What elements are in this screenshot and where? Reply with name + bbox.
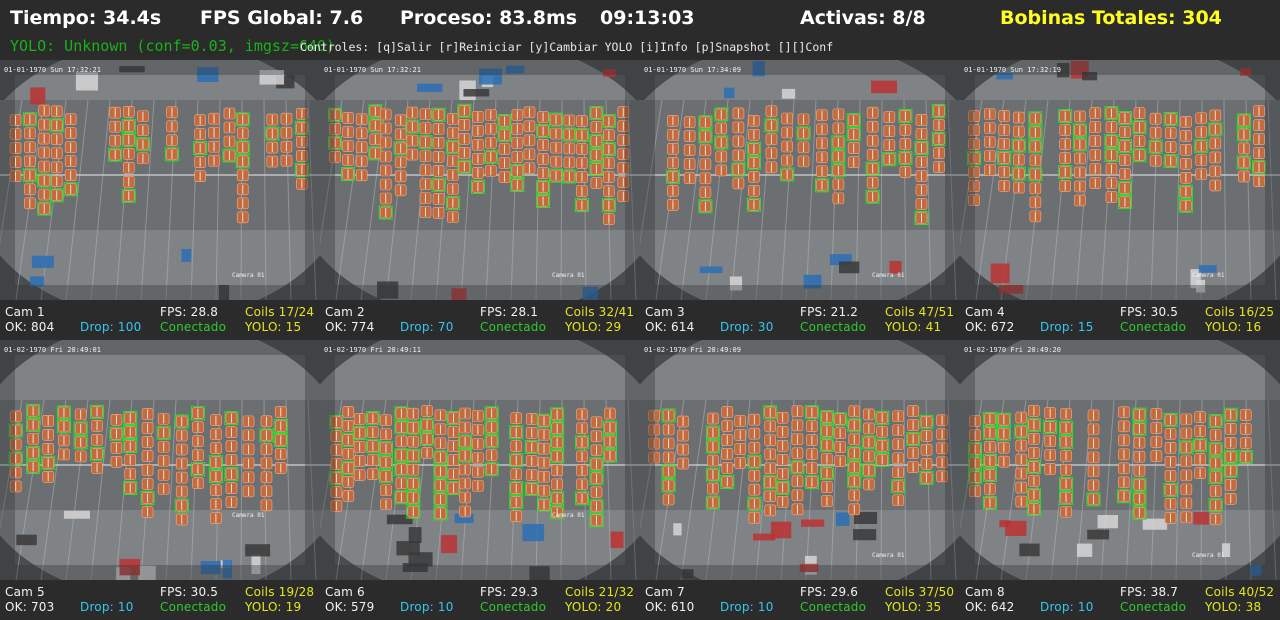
connection-status: Conectado: [1120, 600, 1187, 614]
camera-timestamp: 01-01-1970 Sun 17:34:09: [644, 66, 741, 74]
ok-count: OK: 642: [965, 600, 1015, 614]
camera-fps: FPS: 29.3: [480, 585, 539, 599]
drop-count: Drop: 100: [80, 320, 142, 334]
camera-fps: FPS: 21.2: [800, 305, 859, 319]
drop-count: Drop: 30: [720, 320, 774, 334]
camera-name: Cam 4: [965, 305, 1005, 319]
camera-overlay-label: Camera 01: [1192, 552, 1225, 559]
camera-overlay-label: Camera 01: [552, 512, 585, 519]
camera-fps: FPS: 28.8: [160, 305, 219, 319]
process-time: Proceso: 83.8ms: [400, 7, 578, 29]
coil-count: Coils 19/28: [245, 585, 315, 599]
ok-count: OK: 804: [5, 320, 55, 334]
camera-timestamp: 01-01-1970 Sun 17:32:21: [4, 66, 101, 74]
camera-scene: [640, 60, 960, 300]
connection-status: Conectado: [800, 320, 867, 334]
camera-name: Cam 7: [645, 585, 685, 599]
yolo-count: YOLO: 19: [245, 600, 302, 614]
drop-count: Drop: 10: [1040, 600, 1094, 614]
camera-scene: [320, 340, 640, 580]
camera-fps: FPS: 28.1: [480, 305, 539, 319]
camera-timestamp: 01-01-1970 Sun 17:32:21: [324, 66, 421, 74]
camera-timestamp: 01-02-1970 Fri 20:49:11: [324, 346, 421, 354]
drop-count: Drop: 70: [400, 320, 454, 334]
camera-timestamp: 01-02-1970 Fri 20:49:20: [964, 346, 1061, 354]
global-fps: FPS Global: 7.6: [200, 7, 364, 29]
camera-overlay-label: Camera 01: [552, 272, 585, 279]
camera-feed-1[interactable]: 01-01-1970 Sun 17:32:21 Camera 01: [0, 60, 320, 300]
total-coils: Bobinas Totales: 304: [1000, 7, 1222, 29]
camera-fps: FPS: 29.6: [800, 585, 859, 599]
camera-fps: FPS: 30.5: [160, 585, 219, 599]
camera-overlay-label: Camera 01: [1192, 272, 1225, 279]
coil-count: Coils 32/41: [565, 305, 635, 319]
camera-info-bar-top: Cam 1 OK: 804 Drop: 100 FPS: 28.8 Conect…: [0, 300, 1280, 340]
camera-name: Cam 6: [325, 585, 365, 599]
camera-scene: [960, 340, 1280, 580]
yolo-count: YOLO: 16: [1205, 320, 1262, 334]
camera-feed-2[interactable]: 01-01-1970 Sun 17:32:21 Camera 01: [320, 60, 640, 300]
camera-scene: [960, 60, 1280, 300]
yolo-count: YOLO: 15: [245, 320, 302, 334]
yolo-count: YOLO: 41: [885, 320, 942, 334]
ok-count: OK: 672: [965, 320, 1015, 334]
camera-overlay-label: Camera 01: [872, 552, 905, 559]
yolo-count: YOLO: 38: [1205, 600, 1262, 614]
camera-feed-5[interactable]: 01-02-1970 Fri 20:49:01 Camera 01: [0, 340, 320, 580]
ok-count: OK: 614: [645, 320, 695, 334]
camera-feed-6[interactable]: 01-02-1970 Fri 20:49:11 Camera 01: [320, 340, 640, 580]
coil-count: Coils 16/25: [1205, 305, 1275, 319]
camera-overlay-label: Camera 01: [232, 272, 265, 279]
camera-name: Cam 1: [5, 305, 45, 319]
coil-count: Coils 40/52: [1205, 585, 1275, 599]
coil-count: Coils 21/32: [565, 585, 635, 599]
connection-status: Conectado: [160, 320, 227, 334]
connection-status: Conectado: [480, 320, 547, 334]
camera-name: Cam 5: [5, 585, 45, 599]
yolo-status: YOLO: Unknown (conf=0.03, imgsz=640): [10, 37, 336, 55]
drop-count: Drop: 10: [720, 600, 774, 614]
coil-count: Coils 37/50: [885, 585, 955, 599]
camera-overlay-label: Camera 01: [872, 272, 905, 279]
yolo-count: YOLO: 20: [565, 600, 622, 614]
camera-name: Cam 3: [645, 305, 685, 319]
camera-scene: [0, 340, 320, 580]
drop-count: Drop: 10: [80, 600, 134, 614]
camera-info-bar-bottom: Cam 5 OK: 703 Drop: 10 FPS: 30.5 Conecta…: [0, 580, 1280, 620]
camera-feed-7[interactable]: 01-02-1970 Fri 20:49:09 Camera 01: [640, 340, 960, 580]
ok-count: OK: 610: [645, 600, 695, 614]
camera-scene: [640, 340, 960, 580]
yolo-count: YOLO: 35: [885, 600, 942, 614]
connection-status: Conectado: [1120, 320, 1187, 334]
ok-count: OK: 703: [5, 600, 55, 614]
camera-timestamp: 01-02-1970 Fri 20:49:09: [644, 346, 741, 354]
clock: 09:13:03: [600, 7, 695, 29]
camera-feed-4[interactable]: 01-01-1970 Sun 17:32:19 Camera 01: [960, 60, 1280, 300]
connection-status: Conectado: [480, 600, 547, 614]
drop-count: Drop: 15: [1040, 320, 1094, 334]
camera-fps: FPS: 30.5: [1120, 305, 1179, 319]
coil-count: Coils 17/24: [245, 305, 315, 319]
active-cameras: Activas: 8/8: [800, 7, 926, 29]
header-bar: Tiempo: 34.4s FPS Global: 7.6 Proceso: 8…: [0, 0, 1280, 60]
camera-name: Cam 8: [965, 585, 1005, 599]
connection-status: Conectado: [160, 600, 227, 614]
ok-count: OK: 579: [325, 600, 375, 614]
camera-scene: [0, 60, 320, 300]
camera-feed-8[interactable]: 01-02-1970 Fri 20:49:20 Camera 01: [960, 340, 1280, 580]
yolo-count: YOLO: 29: [565, 320, 622, 334]
ok-count: OK: 774: [325, 320, 375, 334]
camera-name: Cam 2: [325, 305, 365, 319]
camera-overlay-label: Camera 01: [232, 512, 265, 519]
elapsed-time: Tiempo: 34.4s: [10, 7, 162, 29]
coil-count: Coils 47/51: [885, 305, 955, 319]
keyboard-controls-hint: Controles: [q]Salir [r]Reiniciar [y]Camb…: [300, 40, 834, 54]
connection-status: Conectado: [800, 600, 867, 614]
camera-feed-3[interactable]: 01-01-1970 Sun 17:34:09 Camera 01: [640, 60, 960, 300]
camera-scene: [320, 60, 640, 300]
drop-count: Drop: 10: [400, 600, 454, 614]
camera-timestamp: 01-01-1970 Sun 17:32:19: [964, 66, 1061, 74]
camera-fps: FPS: 38.7: [1120, 585, 1179, 599]
camera-timestamp: 01-02-1970 Fri 20:49:01: [4, 346, 101, 354]
